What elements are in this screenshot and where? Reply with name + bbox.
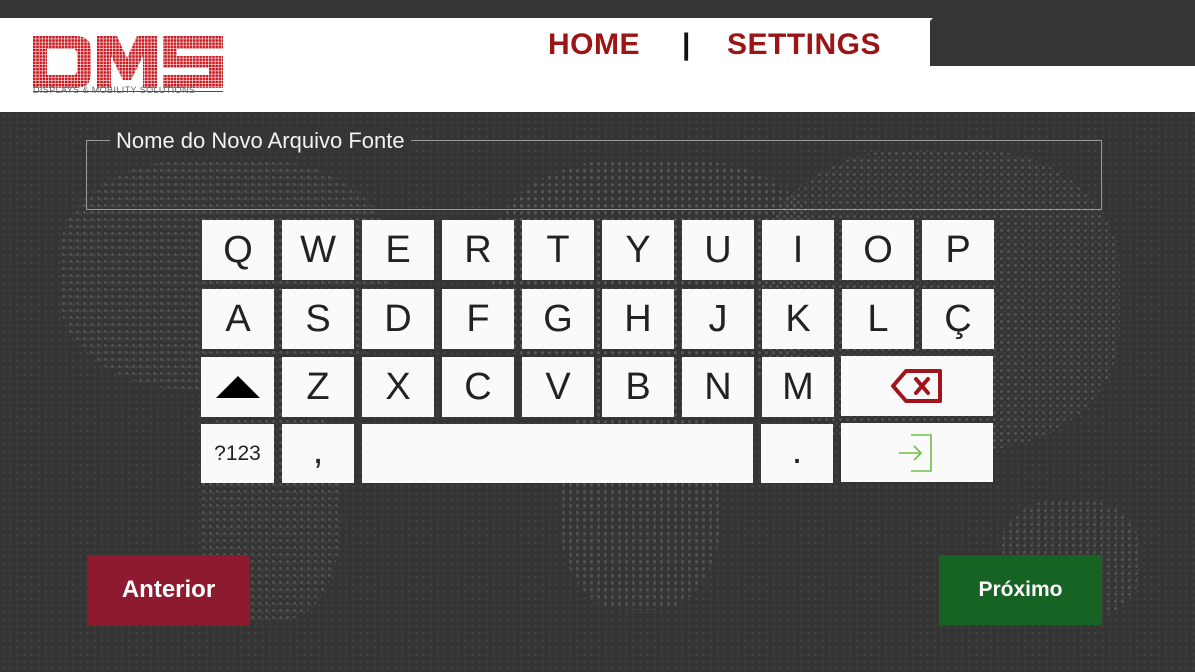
key-label: I [792, 228, 804, 271]
backspace-icon [891, 369, 942, 403]
logo-tagline: DISPLAYS & MOBILITY SOLUTIONS [33, 85, 196, 95]
key-y[interactable]: Y [602, 220, 674, 280]
key-a[interactable]: A [202, 289, 274, 349]
key-label: K [785, 297, 811, 340]
header-dark-corner [930, 18, 1195, 66]
shift-key[interactable] [201, 357, 274, 417]
key-label: V [545, 365, 571, 408]
key-k[interactable]: K [762, 289, 834, 349]
key-label: U [704, 228, 732, 271]
key-label: Q [223, 228, 253, 271]
nav-home-link[interactable]: HOME [548, 28, 640, 62]
period-key-label: . [791, 430, 803, 472]
key-u[interactable]: U [682, 220, 754, 280]
key-i[interactable]: I [762, 220, 834, 280]
key-label: X [385, 365, 411, 408]
key-label: A [225, 297, 251, 340]
key-x[interactable]: X [362, 357, 434, 417]
key-label: E [385, 228, 411, 271]
key-label: T [546, 228, 570, 271]
shift-triangle-icon [215, 376, 260, 398]
backspace-key[interactable] [841, 356, 993, 416]
enter-arrow-icon [899, 433, 932, 472]
key-label: D [384, 297, 412, 340]
key-j[interactable]: J [682, 289, 754, 349]
comma-key[interactable]: , [282, 424, 354, 483]
key-t[interactable]: T [522, 220, 594, 280]
key-c[interactable]: C [442, 357, 514, 417]
header-slant [885, 18, 933, 66]
key-label: J [708, 297, 728, 340]
space-key[interactable] [362, 424, 753, 483]
key-label: L [867, 297, 889, 340]
key-label: W [300, 228, 336, 271]
previous-button[interactable]: Anterior [87, 555, 250, 625]
key-q[interactable]: Q [202, 220, 274, 280]
key-n[interactable]: N [682, 357, 754, 417]
key-m[interactable]: M [762, 357, 834, 417]
key-label: G [543, 297, 573, 340]
key-label: S [305, 297, 331, 340]
key-o[interactable]: O [842, 220, 914, 280]
key-label: B [625, 365, 651, 408]
key-g[interactable]: G [522, 289, 594, 349]
period-key[interactable]: . [761, 424, 833, 483]
key-label: N [704, 365, 732, 408]
key-l[interactable]: L [842, 289, 914, 349]
key-s[interactable]: S [282, 289, 354, 349]
key-f[interactable]: F [442, 289, 514, 349]
next-button[interactable]: Próximo [939, 555, 1102, 625]
comma-key-label: , [312, 430, 324, 472]
key-label: M [782, 365, 814, 408]
key-label: Y [625, 228, 651, 271]
symbols-key[interactable]: ?123 [201, 424, 274, 483]
key-p[interactable]: P [922, 220, 994, 280]
key-b[interactable]: B [602, 357, 674, 417]
nav-separator: | [682, 28, 691, 61]
key-label: Z [306, 365, 330, 408]
key-label: R [464, 228, 492, 271]
key-label: Ç [944, 297, 972, 340]
key-h[interactable]: H [602, 289, 674, 349]
key-ç[interactable]: Ç [922, 289, 994, 349]
key-w[interactable]: W [282, 220, 354, 280]
key-label: P [945, 228, 971, 271]
nav-settings-link[interactable]: SETTINGS [727, 28, 881, 62]
map-continent-africa [560, 390, 720, 610]
key-label: C [464, 365, 492, 408]
key-v[interactable]: V [522, 357, 594, 417]
key-e[interactable]: E [362, 220, 434, 280]
key-z[interactable]: Z [282, 357, 354, 417]
key-r[interactable]: R [442, 220, 514, 280]
key-label: F [466, 297, 490, 340]
key-label: H [624, 297, 652, 340]
key-label: O [863, 228, 893, 271]
input-label: Nome do Novo Arquivo Fonte [110, 128, 411, 154]
key-d[interactable]: D [362, 289, 434, 349]
top-strip [0, 0, 1195, 18]
enter-key[interactable] [841, 423, 993, 482]
